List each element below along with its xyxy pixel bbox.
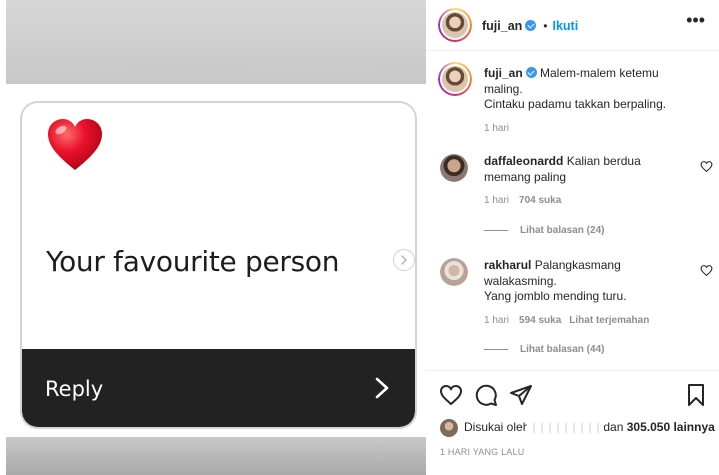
post-time-ago: 1 HARI YANG LALU <box>440 447 525 457</box>
liker-avatar <box>440 419 458 437</box>
likes-suffix: dan <box>603 420 624 435</box>
view-replies-button[interactable]: Lihat balasan (44) <box>484 344 604 355</box>
comment-icon[interactable] <box>474 383 498 407</box>
like-icon[interactable] <box>439 383 463 407</box>
verified-icon <box>525 67 537 78</box>
likes-summary[interactable]: Disukai oleh dan 305.050 lainnya <box>440 419 715 437</box>
comment-item: daffaleonardd Kalian berdua memang palin… <box>438 154 713 214</box>
comment-text-2: Yang jomblo mending turu. <box>484 289 627 303</box>
comment-time: 1 hari <box>484 195 510 206</box>
caption-line-2: Cintaku padamu takkan berpaling. <box>484 97 667 111</box>
story-text: Your favourite person <box>46 245 340 278</box>
verified-icon <box>525 20 537 31</box>
post-header: fuji_an • Ikuti <box>438 8 713 42</box>
view-replies-label: Lihat balasan (44) <box>520 344 605 355</box>
post-caption: fuji_an Malem-malem ketemu maling. Cinta… <box>438 62 713 134</box>
caption-avatar[interactable] <box>438 62 472 96</box>
comment-time: 1 hari <box>484 314 510 326</box>
post-sidebar: fuji_an • Ikuti ••• fuji_an Malem-malem ke… <box>426 0 719 475</box>
caption-time: 1 hari <box>484 122 510 134</box>
next-media-button[interactable] <box>393 249 415 271</box>
post-actions: Disukai oleh dan 305.050 lainnya 1 HARI Y… <box>426 370 719 475</box>
author-avatar[interactable] <box>438 8 472 42</box>
comment-likes[interactable]: 594 suka <box>519 315 561 326</box>
blurred-liker-name <box>527 423 600 433</box>
caption-author[interactable]: fuji_an <box>484 66 523 80</box>
follow-button[interactable]: Ikuti <box>553 19 579 33</box>
comment-likes[interactable]: 704 suka <box>519 195 561 206</box>
view-replies-button[interactable]: Lihat balasan (24) <box>484 225 604 236</box>
save-icon[interactable] <box>684 383 708 407</box>
story-card: Your favourite person Reply <box>20 101 417 429</box>
author-username[interactable]: fuji_an <box>482 19 522 33</box>
media-top-band <box>6 0 426 84</box>
post-media: Your favourite person Reply <box>0 0 426 475</box>
share-icon[interactable] <box>509 383 533 407</box>
chevron-right-icon <box>375 377 389 399</box>
view-replies-label: Lihat balasan (24) <box>520 225 605 236</box>
comment-avatar[interactable] <box>440 154 468 182</box>
likes-count[interactable]: 305.050 lainnya <box>627 420 715 434</box>
header-divider <box>426 50 719 51</box>
chevron-right-icon <box>401 255 407 265</box>
more-icon[interactable]: ••• <box>686 11 705 29</box>
comment-item: rakharul Palangkasmang walakasming. Yang… <box>438 258 713 330</box>
comment-author[interactable]: rakharul <box>484 258 531 272</box>
like-icon[interactable] <box>700 160 713 173</box>
see-translation-button[interactable]: Lihat terjemahan <box>569 315 649 326</box>
heart-emoji-icon <box>48 119 102 170</box>
like-icon[interactable] <box>700 264 713 277</box>
comment-author[interactable]: daffaleonardd <box>484 154 563 168</box>
media-bottom-band <box>6 437 426 475</box>
reply-label: Reply <box>45 377 104 401</box>
reply-bar[interactable]: Reply <box>22 349 415 427</box>
comment-avatar[interactable] <box>440 258 468 286</box>
separator-dot: • <box>543 19 548 33</box>
likes-prefix: Disukai oleh <box>464 420 530 435</box>
